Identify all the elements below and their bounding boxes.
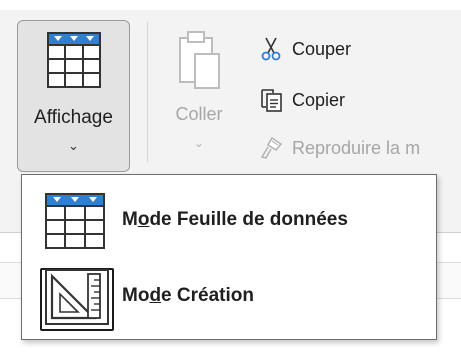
affichage-label: Affichage (34, 107, 113, 128)
top-band (0, 0, 461, 10)
menu-item-mode-creation[interactable]: Mode Création (22, 259, 436, 335)
clipboard-paste-icon (177, 28, 223, 97)
datasheet-grid-icon (46, 31, 102, 94)
design-view-icon (44, 268, 110, 331)
affichage-dropdown-menu: Mode Feuille de données Mode Création (21, 174, 437, 340)
coller-label: Coller (175, 104, 223, 124)
menu-item-mode-feuille-de-donnees[interactable]: Mode Feuille de données (22, 183, 436, 259)
copier-label: Copier (292, 89, 346, 110)
reproduire-label: Reproduire la m (292, 137, 421, 158)
chevron-down-icon: ⌄ (68, 138, 79, 153)
reproduire-button[interactable]: Reproduire la m (258, 133, 420, 163)
menu-item-label: Mode Feuille de données (122, 209, 348, 230)
coller-button[interactable]: Coller ⌄ (162, 28, 236, 168)
datasheet-view-icon (44, 192, 106, 255)
group-divider (147, 22, 148, 162)
copier-button[interactable]: Copier (258, 85, 345, 115)
affichage-button[interactable]: Affichage ⌄ (17, 20, 130, 172)
couper-button[interactable]: Couper (258, 34, 351, 64)
copy-icon (258, 87, 284, 113)
format-painter-icon (258, 135, 284, 161)
scissors-icon (258, 36, 284, 62)
chevron-down-icon: ⌄ (193, 136, 205, 150)
menu-item-label: Mode Création (122, 285, 254, 306)
couper-label: Couper (292, 38, 352, 59)
